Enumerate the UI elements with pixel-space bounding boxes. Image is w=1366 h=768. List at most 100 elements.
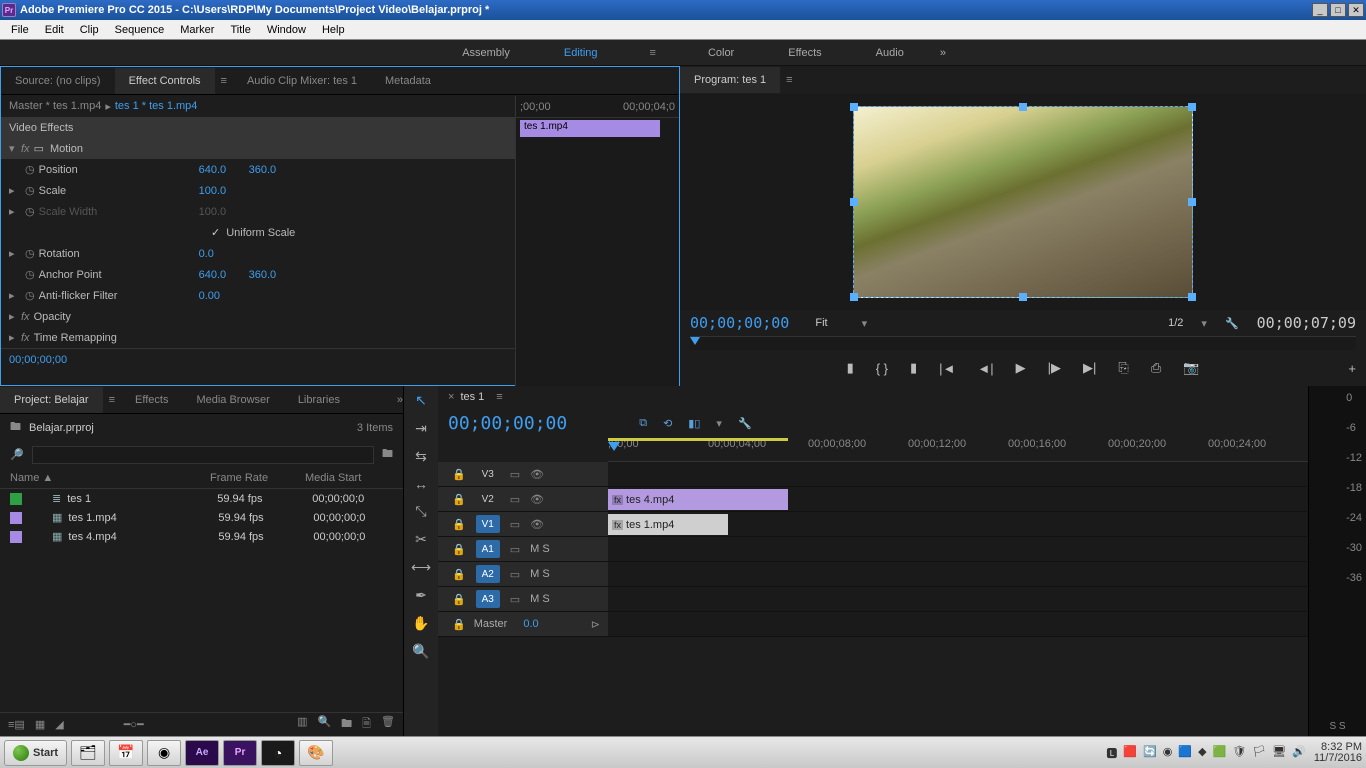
sync-lock-icon[interactable]: ▭ <box>510 593 520 606</box>
anchor-x[interactable]: 640.0 <box>199 269 249 281</box>
track-lane[interactable] <box>608 612 1308 636</box>
rotation-value[interactable]: 0.0 <box>199 248 249 260</box>
sync-lock-icon[interactable]: ▭ <box>510 543 520 556</box>
menu-edit[interactable]: Edit <box>38 22 71 38</box>
icon-view-icon[interactable]: ▦ <box>35 718 45 731</box>
lock-icon[interactable]: 🔒 <box>452 493 466 506</box>
transform-handle[interactable] <box>1188 103 1196 111</box>
solo-indicator[interactable]: S S <box>1309 721 1366 732</box>
clip-tes1[interactable]: fxtes 1.mp4 <box>608 514 728 535</box>
rolling-tool-icon[interactable]: ↔ <box>414 476 428 492</box>
add-marker-button[interactable]: ▮ <box>910 360 917 376</box>
transform-handle[interactable] <box>1019 293 1027 301</box>
lock-icon[interactable]: 🔒 <box>452 468 466 481</box>
scale-value[interactable]: 100.0 <box>199 185 249 197</box>
tray-icon[interactable]: 🟥 <box>1123 745 1137 761</box>
tab-program[interactable]: Program: tes 1 <box>680 67 780 93</box>
start-button[interactable]: Start <box>4 740 67 766</box>
track-lane[interactable] <box>608 587 1308 611</box>
dropdown-icon[interactable]: ▾ <box>1201 317 1207 330</box>
taskbar-calendar-icon[interactable]: 📅 <box>109 740 143 766</box>
timeline-ruler[interactable]: ;00;0000;00;04;0000;00;08;0000;00;12;000… <box>608 438 1308 462</box>
taskbar-paint-icon[interactable]: 🎨 <box>299 740 333 766</box>
track-toggle[interactable]: A3 <box>476 590 500 608</box>
eye-icon[interactable]: 👁 <box>530 493 544 506</box>
panel-menu-icon[interactable]: ≡ <box>786 74 792 86</box>
tray-icon[interactable]: 🟦 <box>1178 745 1192 761</box>
workspace-color[interactable]: Color <box>706 43 736 63</box>
menu-clip[interactable]: Clip <box>73 22 106 38</box>
zoom-slider[interactable]: ━○━ <box>124 718 144 731</box>
go-to-in-button[interactable]: |◄ <box>939 361 955 376</box>
menu-file[interactable]: File <box>4 22 36 38</box>
track-toggle[interactable]: V2 <box>476 490 500 508</box>
track-toggle[interactable]: V1 <box>476 515 500 533</box>
sync-lock-icon[interactable]: ▭ <box>510 568 520 581</box>
tab-effect-controls[interactable]: Effect Controls <box>115 68 215 94</box>
track-toggle[interactable]: A2 <box>476 565 500 583</box>
export-frame-button[interactable]: 📷 <box>1183 360 1199 376</box>
panel-menu-icon[interactable]: ≡ <box>221 75 227 87</box>
wrench-icon[interactable]: 🔧 <box>738 417 752 430</box>
step-back-button[interactable]: ◄| <box>977 361 993 376</box>
transform-handle[interactable] <box>1188 293 1196 301</box>
slip-tool-icon[interactable]: ⟷ <box>411 559 431 576</box>
bin-shortcut-icon[interactable]: 🖿 <box>382 445 393 464</box>
project-item[interactable]: ≣tes 159.94 fps00;00;00;0 <box>0 489 403 508</box>
project-item[interactable]: ▦tes 4.mp459.94 fps00;00;00;0 <box>0 527 403 546</box>
rate-stretch-tool-icon[interactable]: ⤡ <box>415 503 426 520</box>
taskbar-steam-icon[interactable]: ◔ <box>261 740 295 766</box>
ripple-tool-icon[interactable]: ⇆ <box>415 448 427 465</box>
freeform-view-icon[interactable]: ◢ <box>55 718 63 731</box>
tray-icon[interactable]: 🖥 <box>1272 745 1286 761</box>
pen-tool-icon[interactable]: ✒ <box>415 587 427 604</box>
eye-icon[interactable]: 👁 <box>530 468 544 481</box>
mark-out-button[interactable]: { } <box>876 361 888 376</box>
track-lane[interactable] <box>608 562 1308 586</box>
col-name[interactable]: Name ▲ <box>10 472 210 484</box>
search-input[interactable] <box>32 446 374 464</box>
mark-in-button[interactable]: ▮ <box>847 360 854 376</box>
workspace-assembly[interactable]: Assembly <box>460 43 512 63</box>
sequence-tab[interactable]: tes 1 <box>460 391 484 403</box>
position-x[interactable]: 640.0 <box>199 164 249 176</box>
program-tc-current[interactable]: 00;00;00;00 <box>690 314 789 332</box>
track-lane[interactable] <box>608 462 1308 486</box>
lock-icon[interactable]: 🔒 <box>452 618 466 631</box>
track-toggle[interactable]: A1 <box>476 540 500 558</box>
tray-icon[interactable]: 🔊 <box>1292 745 1306 761</box>
antiflicker-value[interactable]: 0.00 <box>199 290 249 302</box>
resolution-dropdown[interactable]: 1/2 <box>1168 317 1183 329</box>
tray-icon[interactable]: 🏳 <box>1252 745 1266 761</box>
ec-sequence-clip[interactable]: tes 1 * tes 1.mp4 <box>115 100 198 112</box>
tray-icon[interactable]: 🅻 <box>1106 745 1117 761</box>
col-framerate[interactable]: Frame Rate <box>210 472 305 484</box>
track-lane[interactable] <box>608 537 1308 561</box>
sync-lock-icon[interactable]: ▭ <box>510 493 520 506</box>
extract-button[interactable]: ⎙ <box>1151 360 1161 376</box>
clip-tes4[interactable]: fxtes 4.mp4 <box>608 489 788 510</box>
list-view-icon[interactable]: ≡▤ <box>8 718 25 731</box>
menu-marker[interactable]: Marker <box>173 22 221 38</box>
tray-icon[interactable]: 🟩 <box>1213 745 1227 761</box>
timeline-timecode[interactable]: 00;00;00;00 <box>448 413 567 434</box>
lock-icon[interactable]: 🔒 <box>452 518 466 531</box>
transform-handle[interactable] <box>850 198 858 206</box>
menu-window[interactable]: Window <box>260 22 313 38</box>
tab-effects-panel[interactable]: Effects <box>121 387 182 413</box>
transform-handle[interactable] <box>1019 103 1027 111</box>
tab-audio-mixer[interactable]: Audio Clip Mixer: tes 1 <box>233 68 371 94</box>
sync-lock-icon[interactable]: ▭ <box>510 468 520 481</box>
find-icon[interactable]: 🔍 <box>317 715 331 734</box>
delete-icon[interactable]: 🗑 <box>381 715 395 734</box>
panel-menu-icon[interactable]: ≡ <box>496 391 502 403</box>
linked-selection-icon[interactable]: ⟲ <box>663 417 672 430</box>
button-editor-icon[interactable]: + <box>1348 361 1356 376</box>
track-lane[interactable]: fxtes 1.mp4 <box>608 512 1308 536</box>
ec-mini-clip[interactable]: tes 1.mp4 <box>520 120 660 137</box>
menu-sequence[interactable]: Sequence <box>108 22 172 38</box>
settings-icon[interactable]: ▾ <box>716 417 722 430</box>
expand-icon[interactable]: ⊳ <box>591 618 600 631</box>
overflow-icon[interactable]: » <box>397 394 403 406</box>
minimize-button[interactable]: _ <box>1312 3 1328 17</box>
